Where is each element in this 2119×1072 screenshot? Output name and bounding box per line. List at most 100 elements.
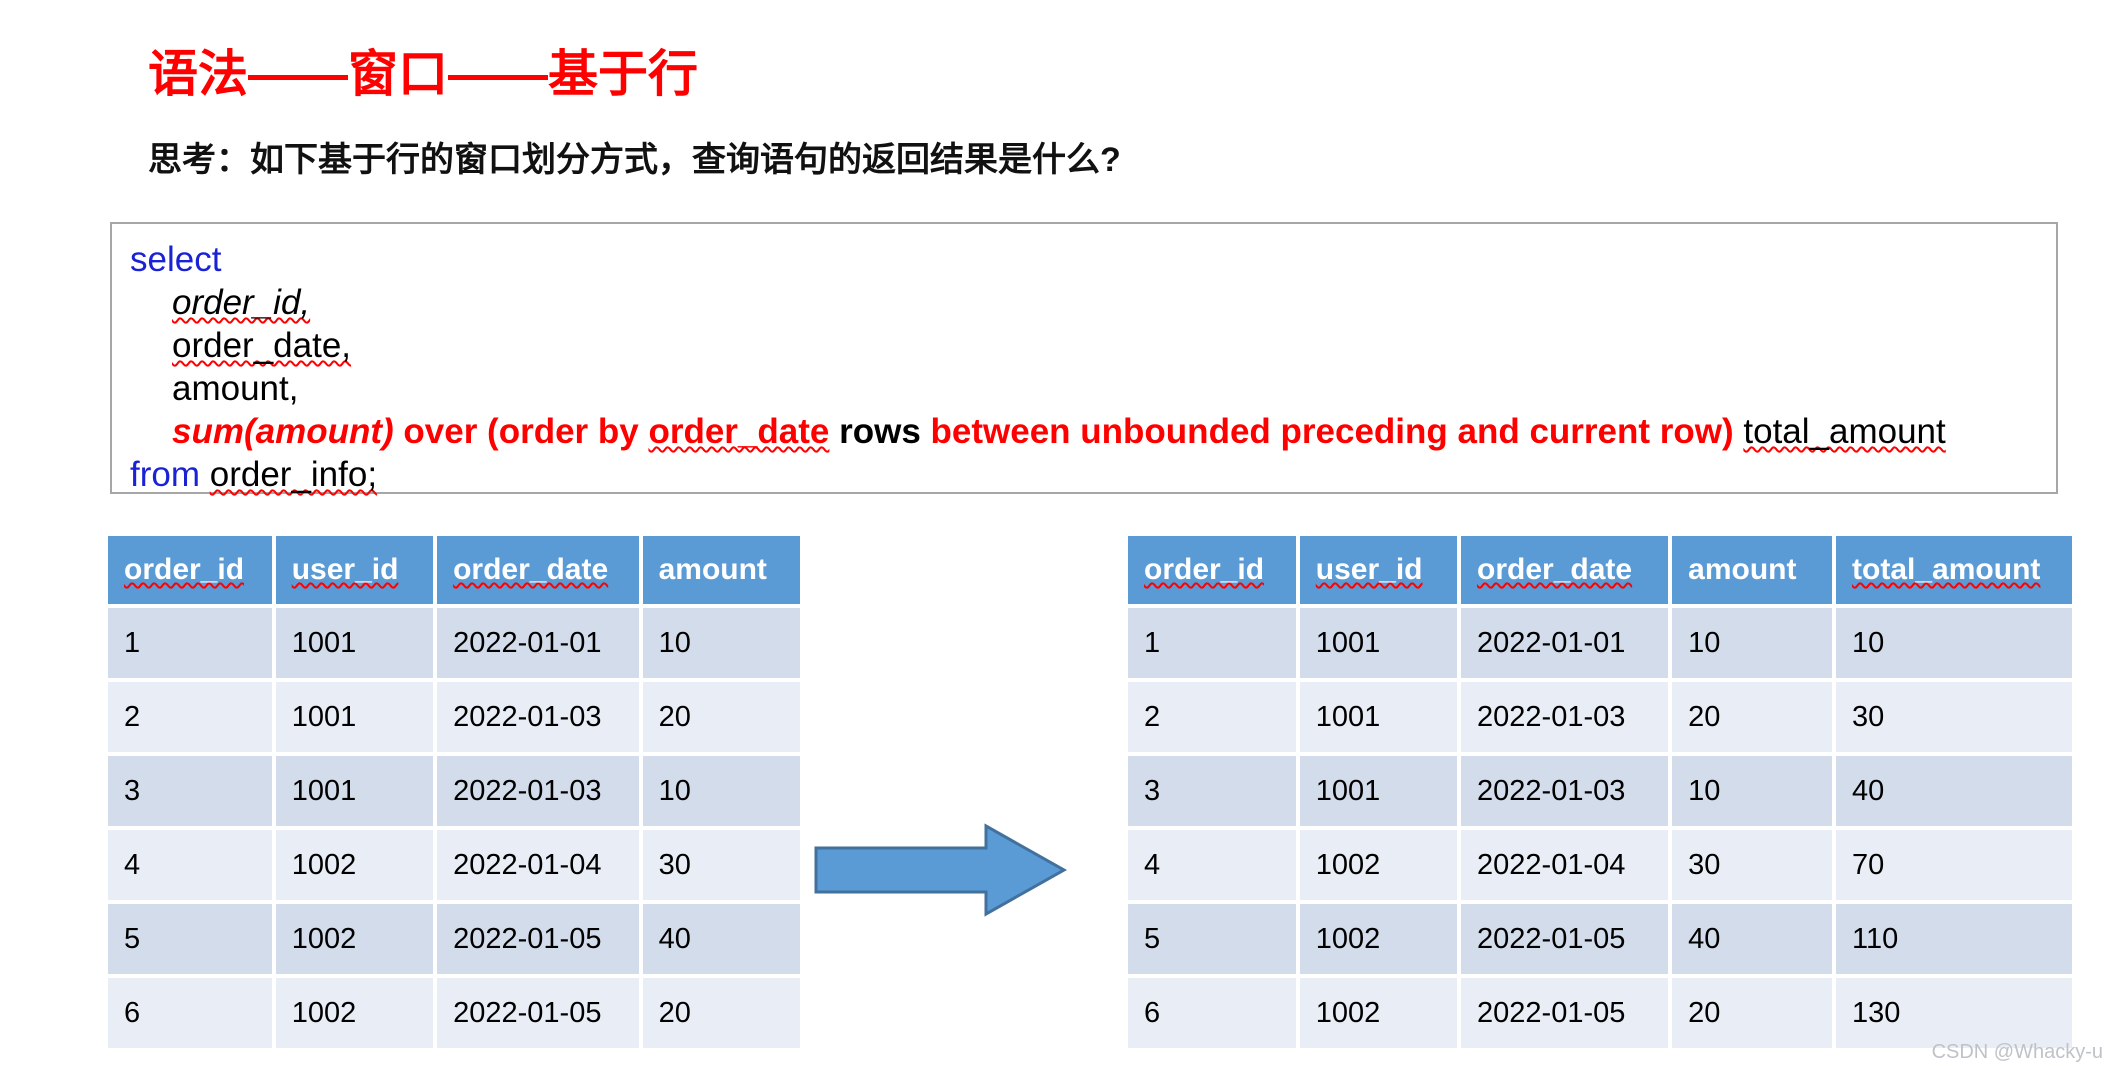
column-header-user-id: user_id — [1299, 536, 1458, 604]
cell-amount: 40 — [642, 904, 800, 974]
cell-user-id: 1002 — [275, 904, 434, 974]
cell-amount: 10 — [1672, 608, 1833, 678]
cell-user-id: 1002 — [275, 978, 434, 1048]
cell-amount: 40 — [1672, 904, 1833, 974]
table-row: 5 1002 2022-01-05 40 — [108, 904, 800, 974]
cell-order-id: 2 — [108, 682, 272, 752]
column-header-amount: amount — [1672, 536, 1833, 604]
column-header-label: order_id — [124, 553, 245, 586]
cell-total-amount: 40 — [1836, 756, 2072, 826]
cell-amount: 20 — [1672, 978, 1833, 1048]
cell-order-date: 2022-01-03 — [1461, 682, 1669, 752]
column-header-user-id: user_id — [275, 536, 434, 604]
source-table: order_id user_id order_date amount 1 100… — [104, 532, 804, 1052]
cell-user-id: 1001 — [1299, 756, 1458, 826]
column-header-label: order_date — [453, 553, 609, 586]
table-header-row: order_id user_id order_date amount — [108, 536, 800, 604]
cell-user-id: 1001 — [275, 682, 434, 752]
cell-amount: 10 — [1672, 756, 1833, 826]
cell-order-date: 2022-01-03 — [437, 756, 639, 826]
table-row: 4 1002 2022-01-04 30 70 — [1128, 830, 2072, 900]
sql-alias-space — [1734, 412, 1744, 451]
code-line-order-id: order_id, — [130, 281, 2038, 324]
cell-order-date: 2022-01-05 — [437, 904, 639, 974]
cell-order-id: 2 — [1128, 682, 1296, 752]
sql-frame-clause: between unbounded preceding and current … — [930, 412, 1734, 451]
cell-user-id: 1002 — [275, 830, 434, 900]
column-header-label: total_amount — [1852, 553, 2041, 586]
sql-column-order-id: order_id, — [172, 283, 311, 322]
code-line-select: select — [130, 238, 2038, 281]
cell-order-id: 4 — [108, 830, 272, 900]
table-row: 1 1001 2022-01-01 10 10 — [1128, 608, 2072, 678]
cell-order-date: 2022-01-01 — [437, 608, 639, 678]
sql-func-sum-amount: sum(amount) — [172, 412, 394, 451]
cell-order-date: 2022-01-05 — [1461, 904, 1669, 974]
sql-keyword-rows-label: rows — [839, 412, 921, 451]
sql-order-by-column: order_date — [648, 412, 830, 451]
cell-user-id: 1002 — [1299, 830, 1458, 900]
cell-order-date: 2022-01-04 — [1461, 830, 1669, 900]
column-header-label: user_id — [1315, 553, 1423, 586]
code-line-order-date: order_date, — [130, 324, 2038, 367]
cell-total-amount: 110 — [1836, 904, 2072, 974]
cell-user-id: 1002 — [1299, 978, 1458, 1048]
column-header-order-date: order_date — [437, 536, 639, 604]
table-row: 6 1002 2022-01-05 20 130 — [1128, 978, 2072, 1048]
column-header-order-date: order_date — [1461, 536, 1669, 604]
table-row: 2 1001 2022-01-03 20 — [108, 682, 800, 752]
cell-amount: 20 — [642, 682, 800, 752]
cell-order-date: 2022-01-05 — [1461, 978, 1669, 1048]
cell-order-date: 2022-01-01 — [1461, 608, 1669, 678]
column-header-total-amount: total_amount — [1836, 536, 2072, 604]
column-header-label: amount — [658, 553, 767, 586]
cell-amount: 20 — [1672, 682, 1833, 752]
cell-order-date: 2022-01-03 — [437, 682, 639, 752]
sql-column-amount: amount, — [172, 369, 299, 408]
column-header-amount: amount — [642, 536, 800, 604]
table-row: 4 1002 2022-01-04 30 — [108, 830, 800, 900]
sql-keyword-select: select — [130, 240, 222, 279]
sql-code-block: select order_id, order_date, amount, sum… — [110, 222, 2058, 494]
table-row: 1 1001 2022-01-01 10 — [108, 608, 800, 678]
column-header-label: order_id — [1144, 553, 1265, 586]
cell-order-id: 6 — [108, 978, 272, 1048]
sql-over-order-by: over (order by — [393, 412, 649, 451]
cell-amount: 30 — [1672, 830, 1833, 900]
cell-order-id: 3 — [108, 756, 272, 826]
cell-order-id: 5 — [1128, 904, 1296, 974]
sql-keyword-from: from — [130, 455, 200, 494]
cell-order-date: 2022-01-03 — [1461, 756, 1669, 826]
cell-user-id: 1001 — [1299, 682, 1458, 752]
cell-user-id: 1001 — [275, 608, 434, 678]
cell-user-id: 1001 — [275, 756, 434, 826]
page-title: 语法——窗口——基于行 — [148, 46, 698, 102]
table-row: 3 1001 2022-01-03 10 40 — [1128, 756, 2072, 826]
sql-alias-total-amount: total_amount — [1743, 412, 1946, 451]
column-header-label: amount — [1688, 553, 1797, 586]
cell-amount: 20 — [642, 978, 800, 1048]
sql-table-order-info: order_info; — [209, 455, 378, 494]
cell-total-amount: 10 — [1836, 608, 2072, 678]
column-header-order-id: order_id — [1128, 536, 1296, 604]
cell-user-id: 1002 — [1299, 904, 1458, 974]
column-header-label: user_id — [291, 553, 399, 586]
cell-order-id: 1 — [1128, 608, 1296, 678]
watermark: CSDN @Whacky-u — [1931, 1041, 2103, 1063]
cell-order-id: 6 — [1128, 978, 1296, 1048]
cell-total-amount: 70 — [1836, 830, 2072, 900]
cell-total-amount: 130 — [1836, 978, 2072, 1048]
table-row: 6 1002 2022-01-05 20 — [108, 978, 800, 1048]
cell-order-date: 2022-01-05 — [437, 978, 639, 1048]
table-row: 5 1002 2022-01-05 40 110 — [1128, 904, 2072, 974]
table-row: 2 1001 2022-01-03 20 30 — [1128, 682, 2072, 752]
table-header-row: order_id user_id order_date amount total… — [1128, 536, 2072, 604]
cell-amount: 10 — [642, 608, 800, 678]
table-row: 3 1001 2022-01-03 10 — [108, 756, 800, 826]
cell-amount: 10 — [642, 756, 800, 826]
cell-order-id: 3 — [1128, 756, 1296, 826]
cell-order-id: 1 — [108, 608, 272, 678]
sql-frame-clause-space — [921, 412, 931, 451]
sql-from-space — [200, 455, 210, 494]
column-header-order-id: order_id — [108, 536, 272, 604]
